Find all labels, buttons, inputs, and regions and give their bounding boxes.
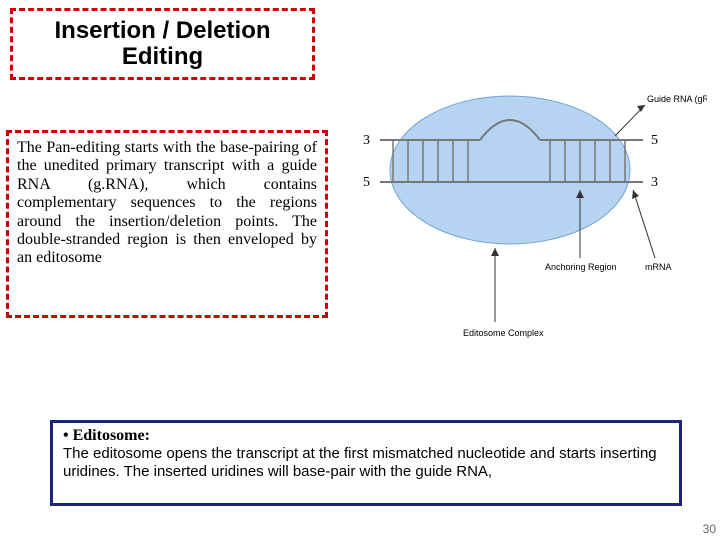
label-top-right: 5 [651,133,658,148]
label-bottom-right: 3 [651,175,658,190]
description-text: The Pan-editing starts with the base-pai… [17,139,317,266]
editosome-body: The editosome opens the transcript at th… [63,445,669,480]
editosome-heading: Editosome: [73,427,150,444]
label-mrna: mRNA [645,262,672,272]
editosome-note-box: • Editosome: The editosome opens the tra… [50,420,682,506]
label-anchoring-region: Anchoring Region [545,262,617,272]
label-guide-rna: Guide RNA (gRNA) [647,94,707,104]
title-box: Insertion / Deletion Editing [10,8,315,80]
bullet-icon: • [63,427,69,444]
label-editosome-complex: Editosome Complex [463,328,544,338]
label-bottom-left: 5 [363,175,370,190]
page-number: 30 [703,522,716,536]
label-top-left: 3 [363,133,370,148]
description-box: The Pan-editing starts with the base-pai… [6,130,328,318]
page-title: Insertion / Deletion Editing [21,18,304,71]
editosome-diagram: 3 5 5 3 Guide RNA (gRNA) Anchoring Regio… [345,90,707,360]
